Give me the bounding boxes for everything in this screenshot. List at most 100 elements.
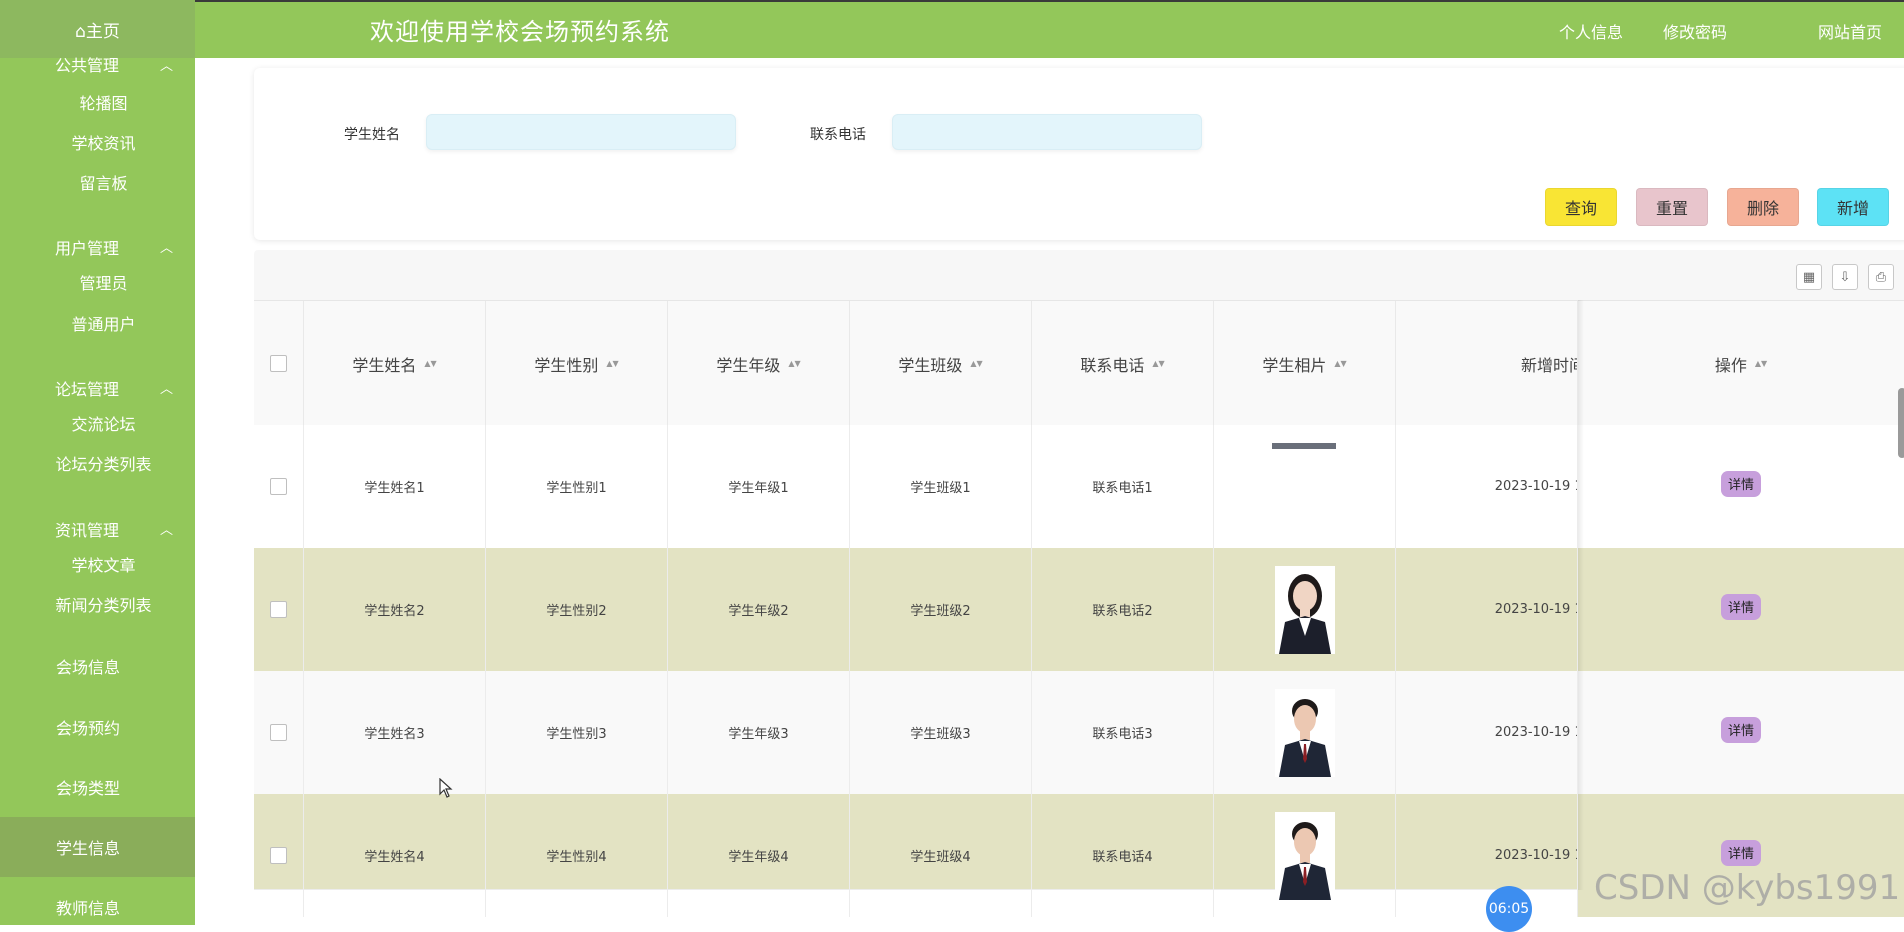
detail-button[interactable]: 详情 bbox=[1721, 470, 1761, 497]
sidebar-item-teacher-info[interactable]: 教师信息 bbox=[0, 877, 195, 925]
change-password-link[interactable]: 修改密码 bbox=[1663, 19, 1727, 43]
detail-button[interactable]: 详情 bbox=[1721, 716, 1761, 743]
sort-icon[interactable]: ▲▼ bbox=[1334, 360, 1346, 368]
add-button[interactable]: 新增 bbox=[1817, 188, 1889, 226]
col-phone[interactable]: 联系电话 ▲▼ bbox=[1032, 301, 1214, 426]
sort-icon[interactable]: ▲▼ bbox=[1152, 360, 1164, 368]
cell-photo bbox=[1214, 548, 1396, 671]
export-icon[interactable]: ⇩ bbox=[1832, 264, 1858, 290]
sidebar: ⌂主页 公共管理 ︿ 轮播图 学校资讯 留言板 用户管理 ︿ 管理员 普通用户 … bbox=[0, 0, 195, 925]
cell-class: 学生班级3 bbox=[850, 671, 1032, 794]
table-row: 学生姓名1学生性别1学生年级1学生班级1联系电话1 2023-10-19 17 详情 bbox=[254, 425, 1904, 549]
cell-name: 学生姓名1 bbox=[304, 425, 486, 548]
sidebar-item-venue-types[interactable]: 会场类型 bbox=[0, 757, 195, 817]
cell-class: 学生班级2 bbox=[850, 548, 1032, 671]
cell-name: 学生姓名2 bbox=[304, 548, 486, 671]
male-portrait-photo bbox=[1274, 688, 1335, 777]
sidebar-item-forum-categories[interactable]: 论坛分类列表 bbox=[0, 451, 195, 475]
cell-time-text: 2023-10-19 17 bbox=[1494, 479, 1577, 494]
table-row: 学生姓名2学生性别2学生年级2学生班级2联系电话2 2023-10-19 17 详情 bbox=[254, 548, 1904, 672]
cell-action: 详情 bbox=[1578, 425, 1904, 548]
sort-icon[interactable]: ▲▼ bbox=[1755, 360, 1767, 368]
sort-icon[interactable]: ▲▼ bbox=[970, 360, 982, 368]
profile-link[interactable]: 个人信息 bbox=[1559, 19, 1623, 43]
cell-phone: 联系电话1 bbox=[1032, 425, 1214, 548]
columns-icon[interactable]: ▦ bbox=[1796, 264, 1822, 290]
sidebar-home-link[interactable]: ⌂主页 bbox=[0, 0, 195, 58]
cell-phone: 联系电话2 bbox=[1032, 548, 1214, 671]
row-checkbox[interactable] bbox=[270, 724, 287, 741]
recording-timer: 06:05 bbox=[1486, 886, 1532, 932]
sidebar-item-news-categories[interactable]: 新闻分类列表 bbox=[0, 592, 195, 616]
col-student-class-label: 学生班级 bbox=[898, 355, 963, 375]
col-student-class[interactable]: 学生班级 ▲▼ bbox=[850, 301, 1032, 426]
sidebar-group-news[interactable]: 资讯管理 bbox=[55, 517, 119, 541]
col-student-grade-label: 学生年级 bbox=[716, 355, 781, 375]
print-icon[interactable]: ⎙ bbox=[1868, 264, 1894, 290]
website-home-link[interactable]: 网站首页 bbox=[1818, 19, 1882, 43]
sidebar-item-forum[interactable]: 交流论坛 bbox=[0, 411, 195, 435]
col-student-gender[interactable]: 学生性别 ▲▼ bbox=[486, 301, 668, 426]
cell-time-text: 2023-10-19 17 bbox=[1494, 848, 1577, 863]
cell-time: 2023-10-19 17 bbox=[1396, 425, 1578, 548]
col-student-grade[interactable]: 学生年级 ▲▼ bbox=[668, 301, 850, 426]
sidebar-item-carousel[interactable]: 轮播图 bbox=[0, 90, 195, 114]
row-select-cell bbox=[254, 548, 304, 671]
phone-input[interactable] bbox=[892, 114, 1202, 150]
sidebar-group-public[interactable]: 公共管理 bbox=[55, 52, 119, 76]
col-created-time-label: 新增时间 bbox=[1520, 355, 1577, 375]
sort-icon[interactable]: ▲▼ bbox=[788, 360, 800, 368]
cell-name: 学生姓名4 bbox=[304, 794, 486, 917]
col-actions[interactable]: 操作 ▲▼ bbox=[1578, 301, 1904, 426]
cell-gender: 学生性别4 bbox=[486, 794, 668, 917]
cell-time: 2023-10-19 17 bbox=[1396, 671, 1578, 794]
col-photo[interactable]: 学生相片 ▲▼ bbox=[1214, 301, 1396, 426]
cell-action: 详情 bbox=[1578, 671, 1904, 794]
sidebar-group-forum[interactable]: 论坛管理 bbox=[55, 376, 119, 400]
cell-grade: 学生年级4 bbox=[668, 794, 850, 917]
sidebar-item-admins[interactable]: 管理员 bbox=[0, 270, 195, 294]
chevron-up-icon: ︿ bbox=[160, 523, 174, 538]
select-all-checkbox[interactable] bbox=[270, 355, 287, 372]
cell-name: 学生姓名3 bbox=[304, 671, 486, 794]
row-select-cell bbox=[254, 425, 304, 548]
phone-label: 联系电话 bbox=[810, 127, 866, 143]
sort-icon[interactable]: ▲▼ bbox=[424, 360, 436, 368]
detail-button[interactable]: 详情 bbox=[1721, 839, 1761, 866]
delete-button[interactable]: 删除 bbox=[1727, 188, 1799, 226]
cell-photo bbox=[1214, 671, 1396, 794]
student-name-input[interactable] bbox=[426, 114, 736, 150]
table-header: 学生姓名 ▲▼ 学生性别 ▲▼ 学生年级 ▲▼ 学生班级 ▲▼ 联系电话 ▲▼ 学生相片 ▲… bbox=[254, 300, 1904, 427]
cell-grade: 学生年级3 bbox=[668, 671, 850, 794]
row-checkbox[interactable] bbox=[270, 478, 287, 495]
sidebar-item-student-info[interactable]: 学生信息 bbox=[0, 817, 195, 877]
reset-button[interactable]: 重置 bbox=[1636, 188, 1708, 226]
sidebar-group-users[interactable]: 用户管理 bbox=[55, 235, 119, 259]
cell-time: 2023-10-19 17 bbox=[1396, 794, 1578, 917]
watermark: CSDN @kybs1991 bbox=[1594, 868, 1901, 908]
scrollbar-handle[interactable] bbox=[1898, 388, 1904, 458]
detail-button[interactable]: 详情 bbox=[1721, 593, 1761, 620]
sidebar-item-articles[interactable]: 学校文章 bbox=[0, 552, 195, 576]
row-select-cell bbox=[254, 794, 304, 917]
sidebar-item-school-news[interactable]: 学校资讯 bbox=[0, 130, 195, 154]
sidebar-item-message-board[interactable]: 留言板 bbox=[0, 170, 195, 194]
cell-grade: 学生年级1 bbox=[668, 425, 850, 548]
row-select-cell bbox=[254, 671, 304, 794]
col-created-time[interactable]: 新增时间 bbox=[1396, 301, 1578, 426]
cell-time: 2023-10-19 17 bbox=[1396, 548, 1578, 671]
search-button[interactable]: 查询 bbox=[1545, 188, 1617, 226]
sidebar-item-venue-info[interactable]: 会场信息 bbox=[0, 636, 195, 696]
select-all-cell bbox=[254, 301, 304, 426]
row-checkbox[interactable] bbox=[270, 601, 287, 618]
row-checkbox[interactable] bbox=[270, 847, 287, 864]
sidebar-item-normal-users[interactable]: 普通用户 bbox=[0, 311, 195, 335]
sort-icon[interactable]: ▲▼ bbox=[606, 360, 618, 368]
chevron-up-icon: ︿ bbox=[160, 382, 174, 397]
col-student-name[interactable]: 学生姓名 ▲▼ bbox=[304, 301, 486, 426]
sidebar-item-venue-booking[interactable]: 会场预约 bbox=[0, 697, 195, 757]
cell-phone: 联系电话4 bbox=[1032, 794, 1214, 917]
mouse-cursor-icon bbox=[439, 777, 453, 802]
table-row: 学生姓名3学生性别3学生年级3学生班级3联系电话3 2023-10-19 17 详情 bbox=[254, 671, 1904, 795]
cell-class: 学生班级4 bbox=[850, 794, 1032, 917]
